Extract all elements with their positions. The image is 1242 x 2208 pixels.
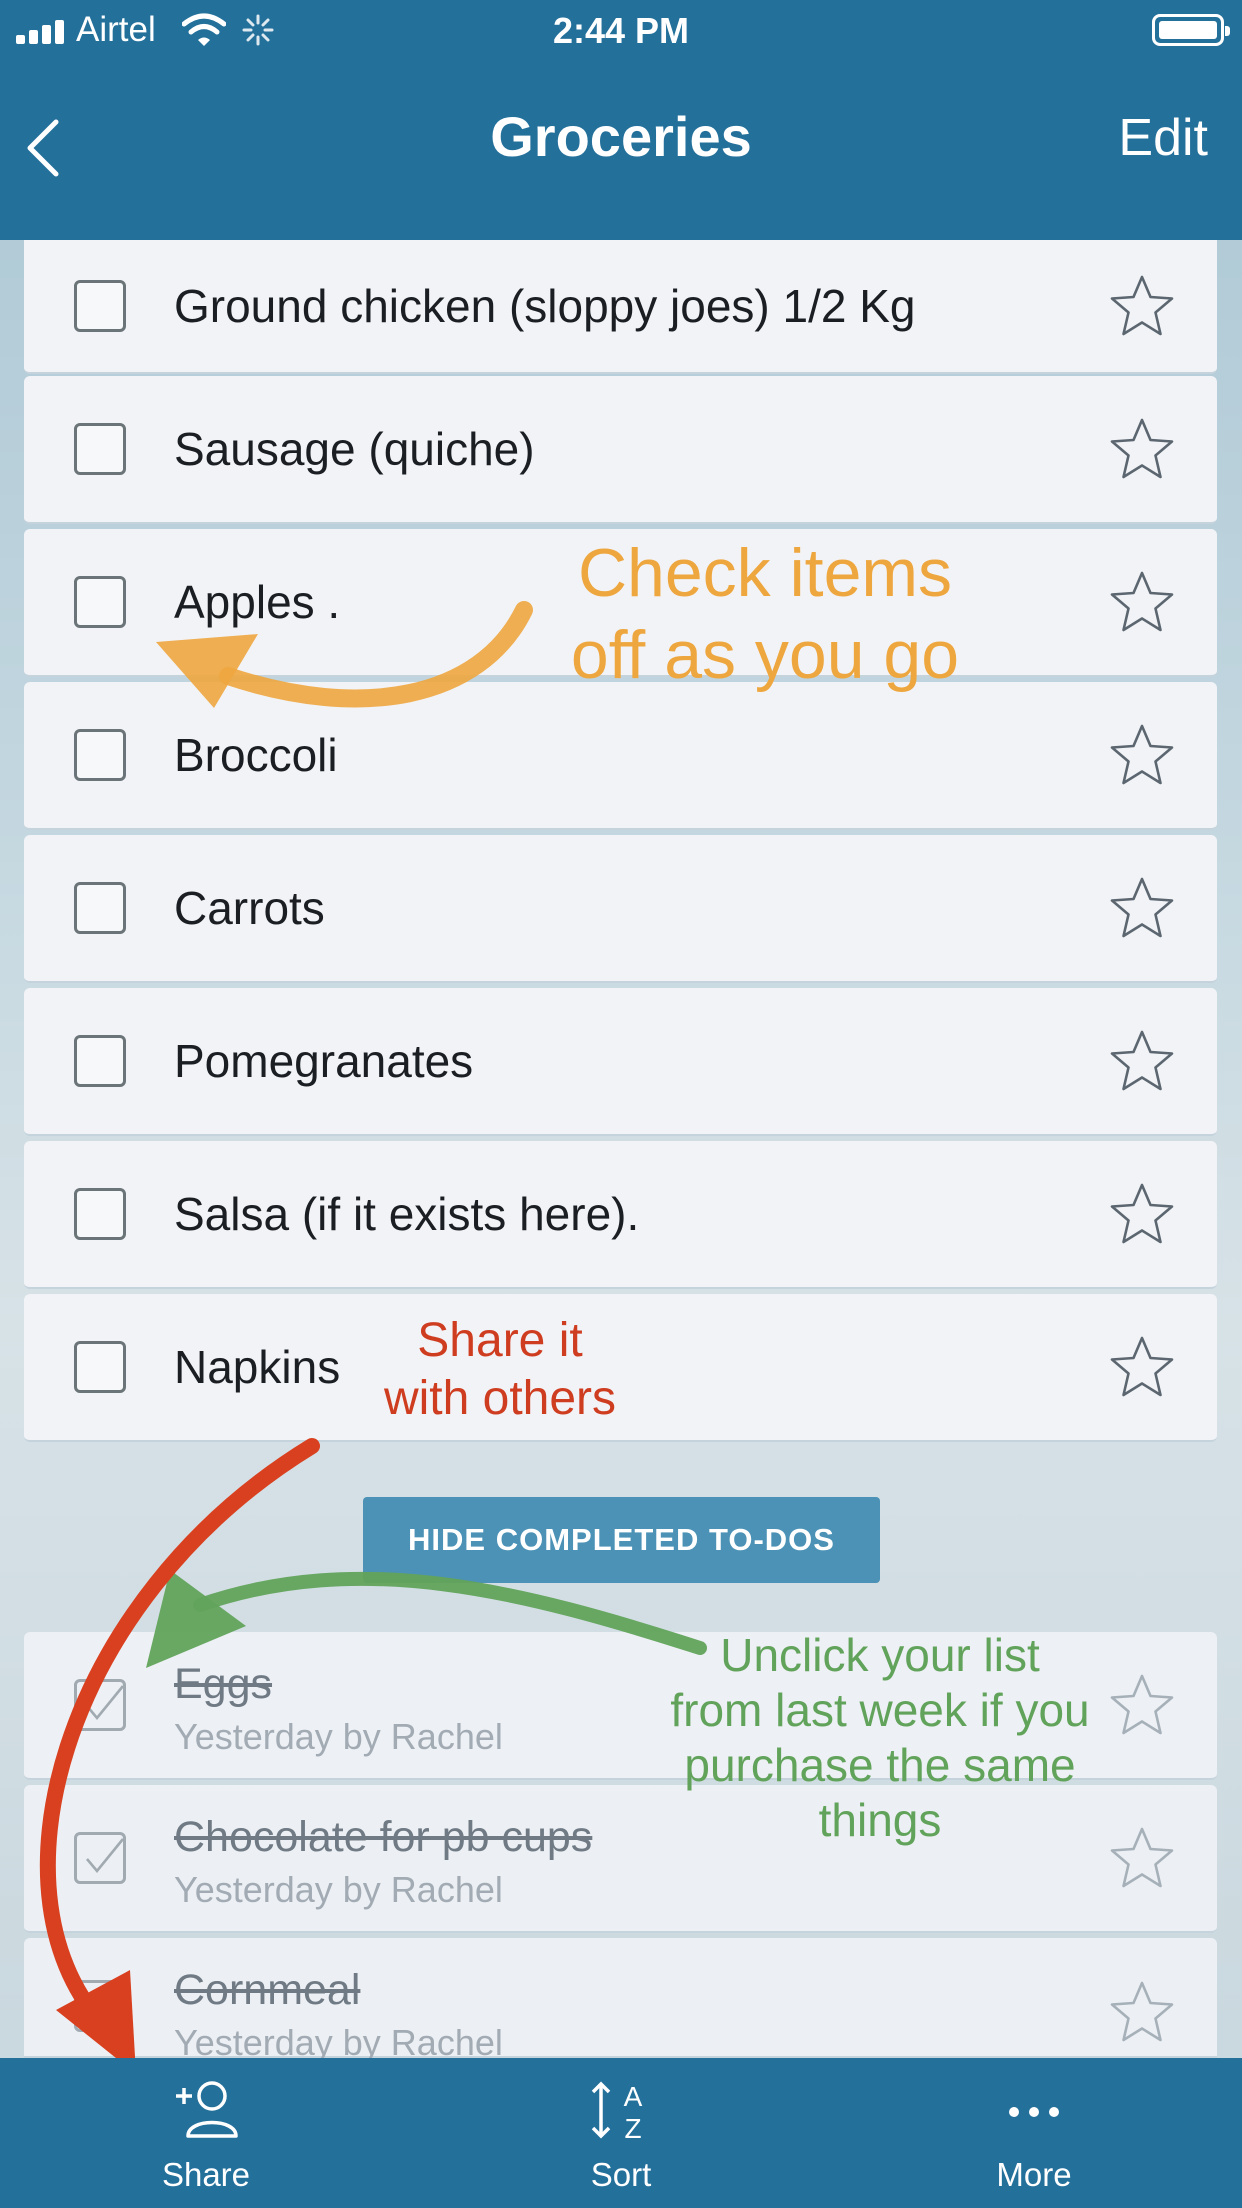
todo-label: Pomegranates bbox=[174, 1035, 474, 1087]
annotation-check-items: Check items off as you go bbox=[540, 532, 990, 696]
todo-row[interactable]: Carrots bbox=[24, 835, 1217, 983]
todo-row[interactable]: Broccoli bbox=[24, 682, 1217, 830]
bottom-toolbar: Share A Z Sort More bbox=[0, 2058, 1242, 2208]
star-icon[interactable] bbox=[1109, 1181, 1175, 1247]
todo-row[interactable]: Pomegranates bbox=[24, 988, 1217, 1136]
todo-label: Ground chicken (sloppy joes) 1/2 Kg bbox=[174, 280, 916, 332]
sort-tab[interactable]: A Z Sort bbox=[521, 2058, 721, 2208]
add-person-icon bbox=[176, 2081, 238, 2138]
annotation-line: Share it bbox=[417, 1314, 583, 1367]
star-icon[interactable] bbox=[1109, 1334, 1175, 1400]
star-icon[interactable] bbox=[1109, 1028, 1175, 1094]
todo-label: Napkins bbox=[174, 1341, 341, 1393]
completed-todo-label: Chocolate for pb cups bbox=[174, 1813, 593, 1861]
completed-todo-label: Cornmeal bbox=[174, 1966, 361, 2014]
star-icon[interactable] bbox=[1109, 722, 1175, 788]
annotation-unclick: Unclick your list from last week if you … bbox=[650, 1628, 1110, 1848]
star-icon[interactable] bbox=[1109, 1979, 1175, 2045]
annotation-line: Unclick your list bbox=[720, 1629, 1040, 1681]
annotation-line: off as you go bbox=[570, 617, 960, 693]
todo-row[interactable]: Salsa (if it exists here). bbox=[24, 1141, 1217, 1289]
checkmark-icon bbox=[86, 1685, 125, 1721]
page-title: Groceries bbox=[490, 105, 752, 168]
more-dots-icon bbox=[1009, 2107, 1059, 2117]
todo-row[interactable]: Sausage (quiche) bbox=[24, 376, 1217, 524]
annotation-line: from last week if you bbox=[670, 1684, 1090, 1736]
checkbox[interactable] bbox=[74, 1341, 126, 1393]
star-icon[interactable] bbox=[1109, 569, 1175, 635]
annotation-line: Check items bbox=[577, 535, 953, 611]
annotation-share: Share it with others bbox=[340, 1312, 660, 1428]
clock-time: 2:44 PM bbox=[552, 10, 690, 51]
todo-label: Carrots bbox=[174, 882, 325, 934]
completed-todo-label: Eggs bbox=[174, 1660, 273, 1708]
completed-meta: Yesterday by Rachel bbox=[174, 1869, 503, 1910]
star-icon[interactable] bbox=[1109, 273, 1175, 339]
checked-checkbox[interactable] bbox=[74, 1679, 126, 1731]
nav-bar: Groceries Edit bbox=[0, 62, 1242, 240]
checkbox[interactable] bbox=[74, 882, 126, 934]
checked-checkbox[interactable] bbox=[74, 1980, 126, 2032]
share-label: Share bbox=[161, 2156, 251, 2193]
todo-label: Apples . bbox=[174, 576, 341, 628]
sort-label: Sort bbox=[590, 2156, 652, 2193]
todo-label: Broccoli bbox=[174, 729, 338, 781]
checkmark-icon bbox=[86, 1986, 125, 2022]
annotation-line: things bbox=[818, 1794, 942, 1846]
todo-row[interactable]: Ground chicken (sloppy joes) 1/2 Kg bbox=[24, 240, 1217, 374]
hide-completed-button[interactable]: HIDE COMPLETED TO-DOS bbox=[363, 1497, 880, 1583]
completed-todo-row[interactable]: Cornmeal Yesterday by Rachel bbox=[24, 1938, 1217, 2063]
star-icon[interactable] bbox=[1109, 1825, 1175, 1891]
annotation-line: with others bbox=[383, 1372, 617, 1425]
annotation-line: purchase the same bbox=[684, 1739, 1076, 1791]
star-icon[interactable] bbox=[1109, 1672, 1175, 1738]
checkbox[interactable] bbox=[74, 576, 126, 628]
star-icon[interactable] bbox=[1109, 416, 1175, 482]
more-label: More bbox=[996, 2156, 1072, 2193]
battery-icon bbox=[1152, 14, 1230, 46]
checked-checkbox[interactable] bbox=[74, 1832, 126, 1884]
todo-label: Salsa (if it exists here). bbox=[174, 1188, 640, 1240]
checkmark-icon bbox=[86, 1838, 125, 1874]
checkbox[interactable] bbox=[74, 423, 126, 475]
completed-meta: Yesterday by Rachel bbox=[174, 1716, 503, 1757]
svg-text:Z: Z bbox=[624, 2113, 641, 2142]
todo-label: Sausage (quiche) bbox=[174, 423, 535, 475]
star-icon[interactable] bbox=[1109, 875, 1175, 941]
checkbox[interactable] bbox=[74, 280, 126, 332]
checkbox[interactable] bbox=[74, 1035, 126, 1087]
checkbox[interactable] bbox=[74, 729, 126, 781]
svg-text:A: A bbox=[624, 2081, 643, 2112]
share-tab[interactable]: Share bbox=[106, 2058, 306, 2208]
checkbox[interactable] bbox=[74, 1188, 126, 1240]
edit-button[interactable]: Edit bbox=[1118, 108, 1208, 168]
status-bar: Airtel 2:44 PM bbox=[0, 0, 1242, 62]
sort-az-icon: A Z bbox=[591, 2081, 643, 2142]
more-tab[interactable]: More bbox=[934, 2058, 1134, 2208]
